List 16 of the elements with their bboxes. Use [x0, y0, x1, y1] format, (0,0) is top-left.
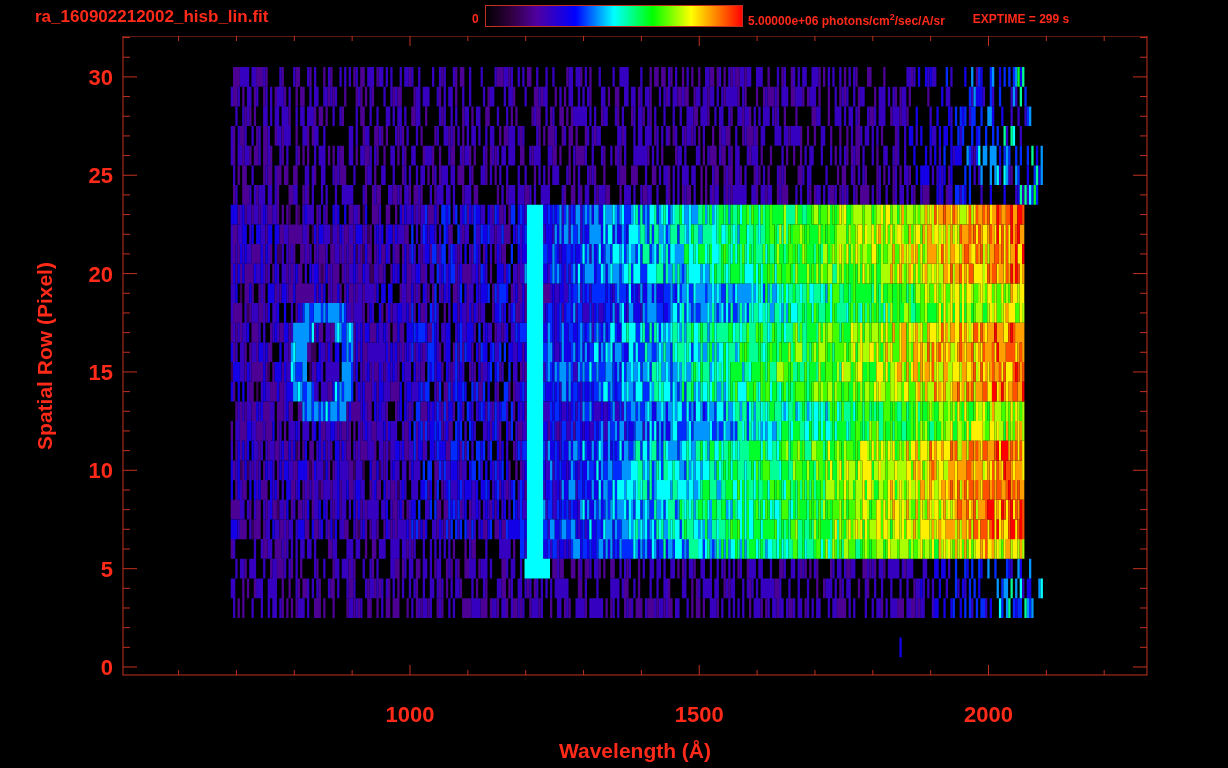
x-axis-label: Wavelength (Å) [558, 739, 712, 762]
y-axis-label: Spatial Row (Pixel) [33, 262, 56, 450]
y-tick-label: 5 [100, 556, 113, 582]
y-tick-label: 30 [88, 64, 113, 90]
colorbar-min-label: 0 [472, 12, 480, 26]
y-tick-label: 10 [88, 458, 113, 484]
colorbar-max-label: 5.00000e+06 photons/cm$^{2}$/sec/A/sr [748, 12, 945, 28]
file-title: ra_160902212002_hisb_lin.fit [35, 7, 270, 27]
y-tick-label: 15 [88, 359, 113, 385]
y-tick-label: 20 [88, 261, 113, 287]
x-tick-label: 1500 [674, 702, 724, 727]
y-tick-label: 0 [100, 655, 113, 680]
y-tick-label: 25 [88, 163, 113, 189]
exposure-time: EXPTIME = 299 s [972, 12, 1070, 26]
x-tick-label: 1000 [385, 702, 435, 727]
x-tick-label: 2000 [964, 702, 1013, 727]
